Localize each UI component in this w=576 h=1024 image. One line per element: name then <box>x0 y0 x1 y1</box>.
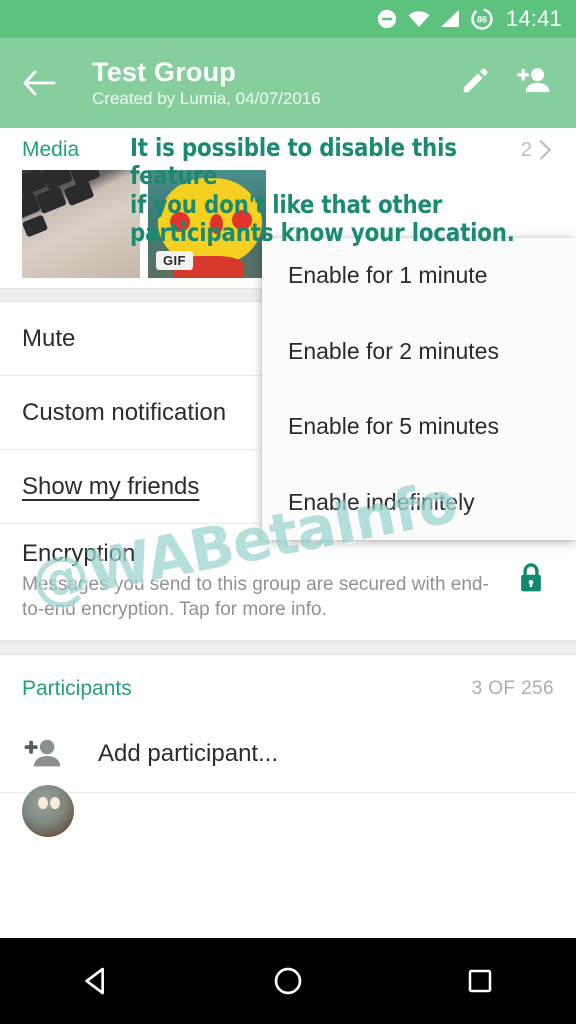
encryption-row[interactable]: Encryption Messages you send to this gro… <box>0 524 576 642</box>
add-participant-row[interactable]: Add participant... <box>0 715 576 794</box>
back-arrow-icon[interactable] <box>22 69 68 97</box>
menu-item-enable-2-minutes[interactable]: Enable for 2 minutes <box>262 314 576 390</box>
encryption-title: Encryption <box>22 540 136 567</box>
encryption-text: Encryption Messages you send to this gro… <box>22 540 508 622</box>
participants-count: 3 OF 256 <box>471 678 554 700</box>
page-title: Test Group <box>92 56 237 87</box>
status-bar: 86 14:41 <box>0 0 576 38</box>
participant-row-partial[interactable] <box>0 785 576 838</box>
add-participant-label: Add participant... <box>98 739 279 767</box>
nav-back-icon[interactable] <box>56 938 136 1024</box>
section-divider-2 <box>0 641 576 656</box>
nav-recents-icon[interactable] <box>440 938 520 1024</box>
app-bar-actions <box>460 66 560 101</box>
cellular-signal-icon <box>440 9 461 29</box>
pencil-icon[interactable] <box>460 66 490 101</box>
add-person-icon[interactable] <box>516 66 550 101</box>
nav-home-icon[interactable] <box>248 938 328 1024</box>
menu-item-enable-5-minutes[interactable]: Enable for 5 minutes <box>262 389 576 465</box>
do-not-disturb-icon <box>376 8 398 30</box>
menu-item-enable-1-minute[interactable]: Enable for 1 minute <box>262 238 576 314</box>
enable-duration-popup-menu[interactable]: Enable for 1 minute Enable for 2 minutes… <box>262 238 576 540</box>
keyboard-photo-thumbnail[interactable] <box>22 170 140 278</box>
app-bar-titles: Test Group Created by Lumia, 04/07/2016 <box>68 56 460 108</box>
status-time: 14:41 <box>505 6 562 31</box>
app-bar: Test Group Created by Lumia, 04/07/2016 <box>0 38 576 128</box>
media-title: Media <box>22 138 80 161</box>
annotation-line-1: It is possible to disable this feature <box>130 133 457 191</box>
android-nav-bar <box>0 938 576 1024</box>
custom-notification-label: Custom notification <box>22 398 227 426</box>
gif-badge: GIF <box>156 251 193 270</box>
annotation-overlay: It is possible to disable this feature i… <box>130 133 529 247</box>
avatar <box>22 785 74 838</box>
participants-title: Participants <box>22 677 132 701</box>
encryption-description: Messages you send to this group are secu… <box>22 574 489 621</box>
participants-section: Participants 3 OF 256 Add participant... <box>0 655 576 838</box>
annotation-line-3: participants know your location. <box>130 217 515 247</box>
battery-level-text: 86 <box>477 14 487 24</box>
lock-icon <box>508 540 554 594</box>
participants-header: Participants 3 OF 256 <box>0 655 576 715</box>
mute-label: Mute <box>22 324 76 352</box>
annotation-line-2: if you don't like that other <box>130 189 443 219</box>
battery-icon: 86 <box>470 7 494 31</box>
page-subtitle: Created by Lumia, 04/07/2016 <box>92 88 321 108</box>
chevron-right-icon <box>540 140 552 160</box>
show-my-friends-label: Show my friends <box>22 472 200 500</box>
menu-item-enable-indefinitely[interactable]: Enable indefinitely <box>262 465 576 541</box>
wifi-icon <box>407 9 431 29</box>
add-person-icon <box>22 738 98 770</box>
